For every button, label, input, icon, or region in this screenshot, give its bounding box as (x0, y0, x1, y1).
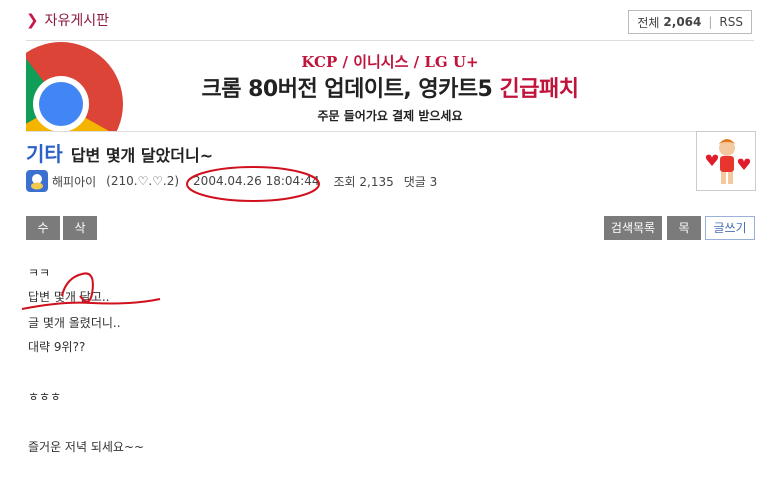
divider: | (708, 15, 713, 29)
list-button[interactable]: 목록 (667, 216, 701, 259)
post-meta: 해피아이 (210.♡.♡.2) 2004.04.26 18:04:44 조회 … (26, 170, 437, 192)
post-title: 답변 몇개 달았더니~ (70, 146, 214, 165)
post-datetime: 2004.04.26 18:04:44 (193, 174, 320, 188)
content-line: ㅋㅋ (28, 266, 51, 280)
banner-headline: 크롬 80버전 업데이트, 영카트5 긴급패치 (201, 77, 579, 102)
total-count: 2,064 (663, 15, 702, 29)
board-title[interactable]: ❯ 자유게시판 (26, 10, 109, 30)
avatar-icon[interactable] (26, 170, 48, 192)
post-count-box: 전체 2,064 | RSS (628, 10, 752, 34)
banner-note: 주문 들어가요 결제 받으세요 (317, 109, 463, 123)
ad-banner[interactable]: KCP / 이니시스 / LG U+ 크롬 80버전 업데이트, 영카트5 긴급… (26, 40, 754, 132)
comments-label: 댓글 (403, 174, 426, 189)
board-title-label: 자유게시판 (44, 13, 109, 29)
content-line: 즐거운 저녁 되세요~~ (28, 440, 145, 454)
rss-link[interactable]: RSS (719, 15, 743, 29)
delete-button[interactable]: 삭제 (63, 216, 97, 259)
banner-subtitle: KCP / 이니시스 / LG U+ (301, 53, 479, 71)
post-header: 기타 답변 몇개 달았더니~ (26, 138, 213, 167)
content-line: ㅎㅎㅎ (28, 390, 62, 404)
thumbnail-character-icon (696, 131, 756, 191)
post-category[interactable]: 기타 (26, 138, 63, 167)
comments-count: 3 (429, 174, 438, 189)
views-count: 2,135 (359, 174, 394, 189)
content-line: 대략 9위?? (28, 340, 86, 354)
edit-button[interactable]: 수정 (26, 216, 60, 259)
search-list-button[interactable]: 검색목록 (604, 216, 662, 240)
author-name[interactable]: 해피아이 (52, 173, 96, 190)
content-line: 글 몇개 올렸더니.. (28, 316, 121, 330)
views-label: 조회 (333, 174, 356, 189)
chevron-right-icon: ❯ (26, 11, 39, 29)
total-label: 전체 (637, 15, 660, 30)
write-button[interactable]: 글쓰기 (705, 216, 755, 240)
content-line: 답변 몇개 달고.. (28, 290, 110, 304)
author-ip: (210.♡.♡.2) (106, 174, 180, 188)
